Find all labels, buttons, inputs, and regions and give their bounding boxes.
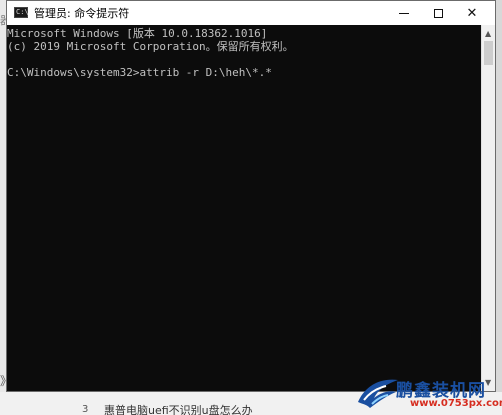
close-icon: ✕ [466, 5, 478, 21]
scrollbar-thumb[interactable] [484, 41, 493, 65]
console-line: (c) 2019 Microsoft Corporation。保留所有权利。 [7, 40, 294, 53]
list-item-number: 3 [82, 404, 89, 415]
site-watermark: 鹏鑫装机网 www.0753px.com [356, 374, 502, 415]
window-title: 管理员: 命令提示符 [34, 7, 130, 20]
cmd-icon[interactable]: C:\ [14, 7, 29, 18]
maximize-icon [433, 8, 443, 18]
title-bar[interactable]: C:\ 管理员: 命令提示符 ✕ [7, 1, 495, 25]
maximize-button[interactable] [421, 1, 455, 25]
console-line: Microsoft Windows [版本 10.0.18362.1016] [7, 27, 268, 40]
close-button[interactable]: ✕ [455, 1, 489, 25]
console-prompt-line[interactable]: C:\Windows\system32>attrib -r D:\heh\*.* [7, 66, 481, 79]
cmd-window[interactable]: C:\ 管理员: 命令提示符 ✕ Microsoft Windows [版本 1… [6, 0, 496, 392]
cmd-icon-glyph: C:\ [16, 8, 29, 16]
watermark-url: www.0753px.com [410, 398, 502, 409]
list-item-link[interactable]: 惠普电脑uefi不识别u盘怎么办 [104, 402, 253, 415]
bird-logo-icon [358, 379, 398, 408]
scroll-up-icon[interactable]: ▲ [485, 29, 491, 38]
console-output[interactable]: Microsoft Windows [版本 10.0.18362.1016] (… [7, 25, 481, 391]
vertical-scrollbar[interactable]: ▲ ▼ [481, 25, 495, 391]
minimize-button[interactable] [387, 1, 421, 25]
minimize-icon [399, 12, 409, 14]
